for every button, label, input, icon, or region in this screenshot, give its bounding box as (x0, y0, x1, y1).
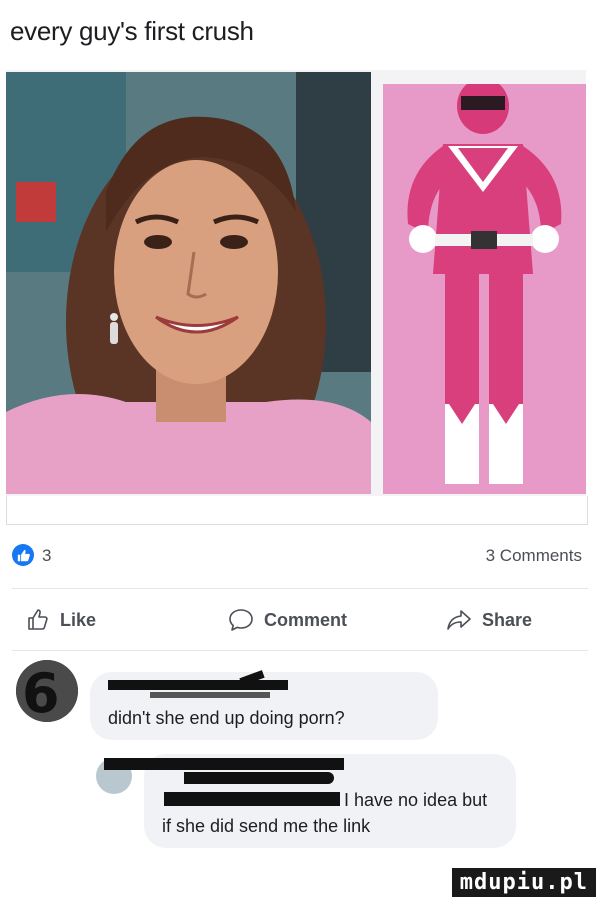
link-preview-box[interactable] (6, 496, 588, 525)
comment-text-line1: I have no idea but (344, 790, 488, 810)
like-label: Like (60, 609, 97, 630)
comment-text: didn't she end up doing porn? (108, 708, 345, 728)
comment-bubble[interactable]: didn't she end up doing porn? (90, 670, 438, 740)
redacted-name (104, 758, 344, 770)
pink-ranger-illustration (383, 84, 586, 494)
portrait-photo (6, 72, 371, 494)
comment-button[interactable]: Comment (228, 600, 347, 640)
redacted-name-mark (150, 692, 270, 698)
pink-ranger-photo (383, 84, 586, 494)
redacted-name-mark (184, 772, 334, 784)
redacted-name-mark (164, 792, 340, 806)
share-arrow-icon (447, 610, 471, 630)
watermark-logo: mdupiu.pl (451, 868, 596, 897)
portrait-illustration (6, 72, 371, 494)
speech-bubble-icon (229, 609, 253, 631)
reaction-stats: 3 3 Comments (12, 542, 582, 570)
redacted-name (108, 680, 288, 690)
divider (12, 588, 588, 589)
comment-text-line2: if she did send me the link (162, 816, 371, 836)
avatar[interactable]: 6 (16, 660, 78, 722)
like-button[interactable]: Like (26, 600, 96, 640)
action-bar: Like Comment Share (0, 600, 600, 640)
post-caption: every guy's first crush (10, 16, 254, 46)
thumbs-up-glyph (17, 549, 30, 561)
share-label: Share (482, 609, 533, 630)
post-image[interactable] (6, 70, 586, 496)
svg-text:6: 6 (22, 662, 60, 722)
avatar-image: 6 (16, 660, 78, 722)
comment-label: Comment (264, 609, 348, 630)
share-button[interactable]: Share (446, 600, 532, 640)
comment-bubble[interactable]: I have no idea but if she did send me th… (104, 754, 516, 848)
divider (12, 650, 588, 651)
thumbs-up-outline-icon (28, 609, 48, 630)
thumbs-up-icon[interactable] (12, 544, 34, 566)
comments-count[interactable]: 3 Comments (486, 546, 582, 566)
like-count[interactable]: 3 (42, 546, 51, 566)
